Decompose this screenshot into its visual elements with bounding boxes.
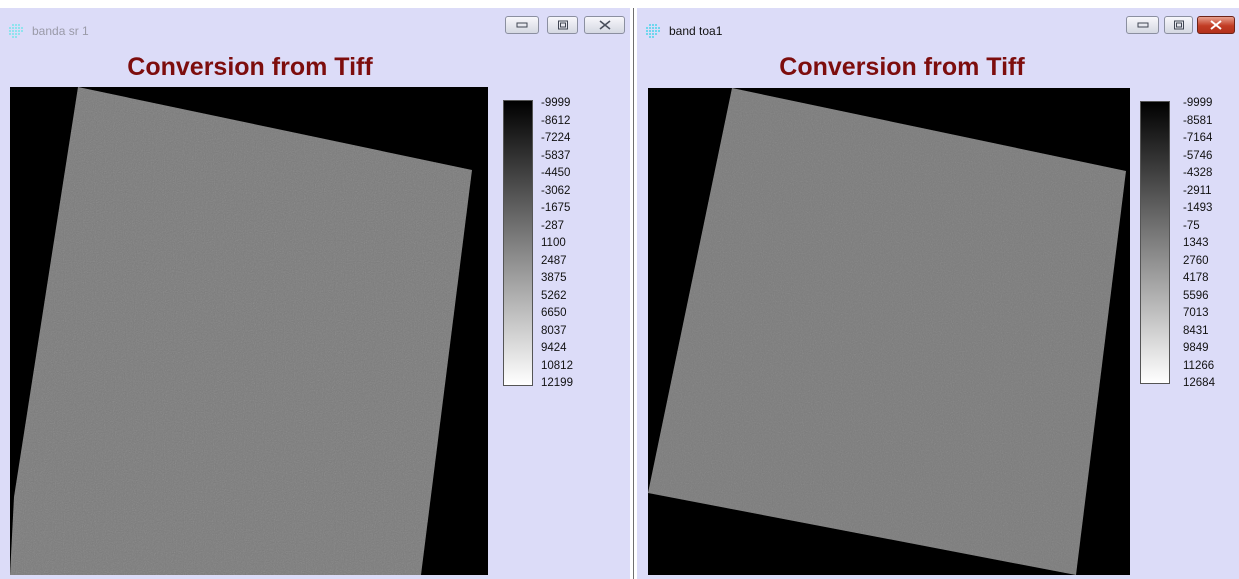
colorbar-label: 11266	[1183, 359, 1215, 372]
colorbar-label: -1675	[541, 202, 571, 214]
colorbar-label: -3062	[541, 184, 571, 197]
colorbar-label: -8581	[1183, 114, 1213, 127]
colorbar-label: -8612	[541, 114, 571, 127]
colorbar-labels: -9999 -8581 -7164 -5746 -4328 -2911 -149…	[1183, 95, 1215, 393]
colorbar-label: -4450	[541, 167, 571, 179]
colorbar-label: 2760	[1183, 254, 1209, 267]
minimize-button[interactable]	[505, 16, 539, 34]
title-bar-top-strip	[0, 0, 630, 8]
colorbar	[1140, 101, 1170, 384]
close-icon	[1210, 20, 1222, 30]
colorbar-label: 12199	[541, 377, 573, 389]
colorbar-label: -75	[1183, 219, 1200, 232]
colorbar-label: -1493	[1183, 202, 1213, 214]
satellite-scene-image	[10, 87, 472, 575]
title-bar-top-strip	[637, 0, 1239, 8]
colorbar-label: 9849	[1183, 342, 1209, 354]
colorbar-label: 3875	[541, 272, 567, 284]
colorbar-label: 12684	[1183, 377, 1215, 389]
maximize-icon	[1173, 20, 1184, 30]
colorbar-label: 7013	[1183, 307, 1209, 319]
maximize-button[interactable]	[547, 16, 578, 34]
colorbar-label: 1343	[1183, 237, 1209, 249]
colorbar-label: -5837	[541, 149, 571, 162]
colorbar-label: 6650	[541, 307, 567, 319]
colorbar-label: 1100	[541, 237, 566, 249]
app-grid-icon[interactable]	[8, 24, 23, 38]
colorbar-label: -7224	[541, 132, 571, 144]
window-title: banda sr 1	[32, 24, 89, 38]
close-icon	[599, 20, 610, 30]
app-grid-icon[interactable]	[645, 24, 660, 38]
window-divider	[630, 0, 637, 579]
minimize-icon	[516, 22, 528, 28]
window-title: band toa1	[669, 24, 723, 38]
window-banda-sr-1[interactable]: banda sr 1 Conversion from Tiff -9999 -8…	[0, 0, 630, 579]
colorbar-label: -4328	[1183, 167, 1213, 179]
colorbar-label: 2487	[541, 254, 567, 267]
minimize-button[interactable]	[1126, 16, 1159, 34]
colorbar-label: -287	[541, 219, 565, 232]
colorbar-label: 8431	[1183, 324, 1209, 337]
minimize-icon	[1137, 22, 1148, 28]
title-bar[interactable]: band toa1	[637, 0, 1239, 44]
maximize-button[interactable]	[1164, 16, 1193, 34]
maximize-icon	[557, 20, 568, 30]
close-button[interactable]	[1197, 16, 1235, 34]
raster-image-view[interactable]	[648, 88, 1130, 575]
plot-title: Conversion from Tiff	[779, 53, 1025, 81]
colorbar-label: 10812	[541, 359, 573, 372]
colorbar-label: 5262	[541, 289, 567, 302]
colorbar-label: -5746	[1183, 149, 1213, 162]
window-band-toa1[interactable]: band toa1 Conversion from Tiff -9999 -85…	[637, 0, 1239, 579]
plot-title: Conversion from Tiff	[127, 53, 373, 81]
colorbar-labels: -9999 -8612 -7224 -5837 -4450 -3062 -167…	[541, 95, 573, 393]
colorbar-label: 9424	[541, 342, 567, 354]
colorbar-label: -2911	[1183, 184, 1212, 197]
satellite-scene-image	[648, 88, 1126, 575]
colorbar-label: -9999	[1183, 97, 1213, 109]
title-bar[interactable]: banda sr 1	[0, 0, 630, 44]
close-button[interactable]	[584, 16, 625, 34]
colorbar	[503, 100, 533, 386]
colorbar-label: 4178	[1183, 272, 1209, 284]
colorbar-label: 5596	[1183, 289, 1209, 302]
colorbar-label: 8037	[541, 324, 567, 337]
colorbar-label: -7164	[1183, 132, 1213, 144]
colorbar-label: -9999	[541, 97, 571, 109]
raster-image-view[interactable]	[10, 87, 488, 575]
